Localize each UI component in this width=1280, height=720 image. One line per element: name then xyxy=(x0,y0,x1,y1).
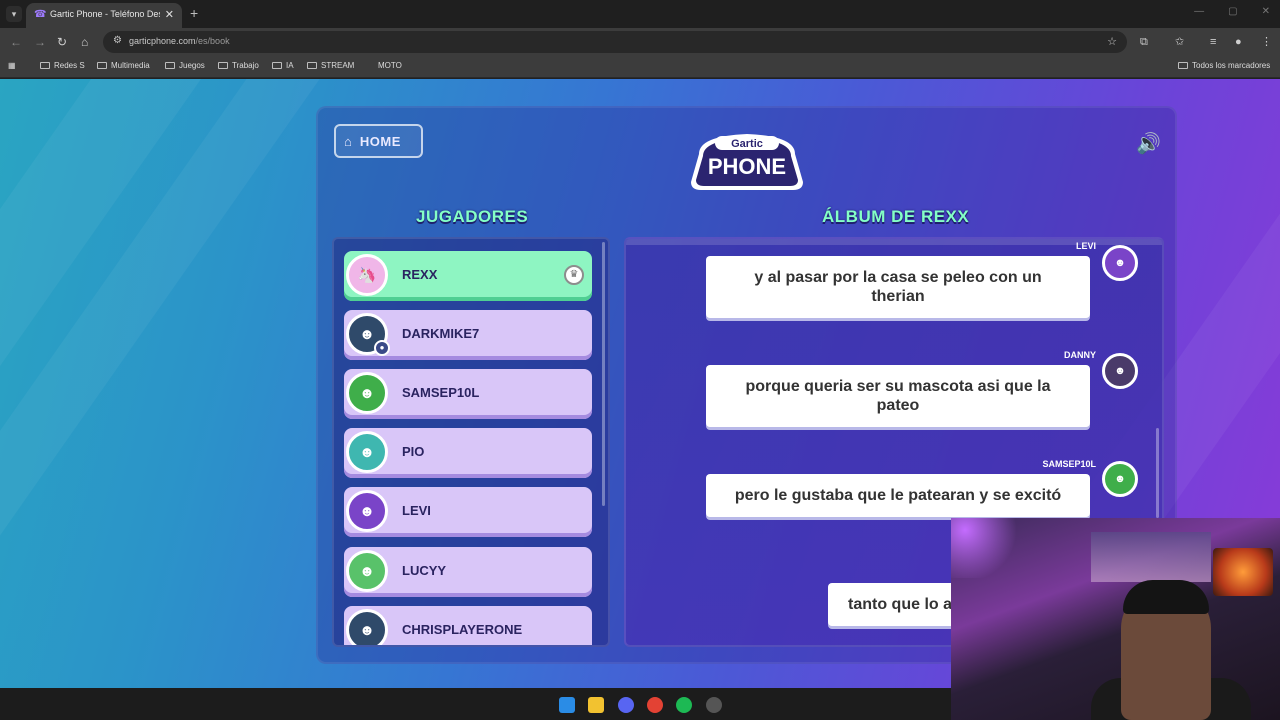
all-bookmarks[interactable]: Todos los marcadores xyxy=(1178,61,1270,70)
crown-icon: ♛ xyxy=(564,265,584,285)
new-tab-icon[interactable]: + xyxy=(190,6,198,20)
close-tab-icon[interactable]: ✕ xyxy=(165,8,174,21)
glasses-avatar: ☻ xyxy=(346,431,388,473)
entry-author: DANNY xyxy=(1063,350,1096,360)
home-icon: ⌂ xyxy=(344,133,352,149)
cam-light xyxy=(951,518,1021,578)
entry-author: SAMSEP10L xyxy=(1042,459,1096,469)
green-monster-avatar: ☻ xyxy=(1102,461,1138,497)
browser-toolbar: ← → ↻ ⌂ ⚙ garticphone.com/es/book ☆ ⧉ ✩ … xyxy=(0,28,1280,56)
start-icon[interactable] xyxy=(559,697,575,713)
cam-window xyxy=(1091,532,1211,582)
menu-icon[interactable]: ⋮ xyxy=(1261,35,1272,49)
windows-taskbar xyxy=(0,688,951,720)
player-item[interactable]: ☻ LUCYY xyxy=(344,547,592,597)
album-entry-text: y al pasar por la casa se peleo con un t… xyxy=(706,256,1090,318)
player-item[interactable]: ☻ PIO xyxy=(344,428,592,478)
purple-bird-avatar: ☻ xyxy=(346,490,388,532)
bookmark-trabajo[interactable]: Trabajo xyxy=(218,61,259,70)
logo-bottom-text: PHONE xyxy=(708,154,786,179)
unicorn-avatar: 🦄 xyxy=(346,254,388,296)
bookmark-ia[interactable]: IA xyxy=(272,61,294,70)
close-window-icon[interactable]: ✕ xyxy=(1262,6,1270,17)
apps-grid-icon[interactable]: ▦ xyxy=(8,61,16,70)
player-name: DARKMIKE7 xyxy=(402,326,480,341)
browser-tabbar: ▾ ☎ Gartic Phone - Teléfono Descon ✕ + —… xyxy=(0,0,1280,28)
album-title: ÁLBUM DE REXX xyxy=(822,207,970,226)
players-title: JUGADORES xyxy=(416,207,529,226)
bookmark-moto[interactable]: MOTO xyxy=(378,61,402,70)
extensions-icon[interactable]: ⧉ xyxy=(1140,35,1148,49)
window-controls: — ▢ ✕ xyxy=(1194,6,1270,17)
album-scrollbar[interactable] xyxy=(1156,428,1159,518)
player-item[interactable]: ☻ ● DARKMIKE7 xyxy=(344,310,592,360)
discord-icon[interactable] xyxy=(618,697,634,713)
browser-tab[interactable]: ☎ Gartic Phone - Teléfono Descon ✕ xyxy=(26,3,182,28)
bookmarks-icon[interactable]: ✩ xyxy=(1175,35,1184,49)
player-name: SAMSEP10L xyxy=(402,385,480,400)
file-explorer-icon[interactable] xyxy=(588,697,604,713)
album-entry-text: porque queria ser su mascota asi que la … xyxy=(706,365,1090,427)
player-name: REXX xyxy=(402,267,438,282)
reload-icon[interactable]: ↻ xyxy=(57,35,67,49)
player-name: PIO xyxy=(402,444,425,459)
user-icon: ● xyxy=(374,340,390,356)
purple-bird-avatar: ☻ xyxy=(1102,245,1138,281)
alien-avatar: ☻ xyxy=(346,550,388,592)
player-item[interactable]: ☻ CHRISPLAYERONE xyxy=(344,606,592,645)
entry-author: LEVI xyxy=(1075,241,1096,251)
profile-avatar[interactable]: ● xyxy=(1235,35,1242,49)
logo-top-text: Gartic xyxy=(731,138,763,150)
folder-icon xyxy=(165,62,175,69)
site-info-icon[interactable]: ⚙ xyxy=(113,35,122,46)
folder-icon xyxy=(97,62,107,69)
green-monster-avatar: ☻ xyxy=(346,372,388,414)
spotify-icon[interactable] xyxy=(676,697,692,713)
gartic-phone-logo: Gartic PHONE xyxy=(691,134,803,190)
folder-icon xyxy=(272,62,282,69)
player-item[interactable]: ☻ SAMSEP10L xyxy=(344,369,592,419)
cam-cap xyxy=(1123,580,1209,614)
player-item[interactable]: ☻ LEVI xyxy=(344,487,592,537)
player-item[interactable]: 🦄 REXX ♛ xyxy=(344,251,592,301)
minimize-icon[interactable]: — xyxy=(1194,6,1204,17)
album-entry-text: pero le gustaba que le patearan y se exc… xyxy=(706,474,1090,517)
player-name: LEVI xyxy=(402,503,431,518)
tab-search-icon[interactable]: ▾ xyxy=(6,6,22,22)
webcam-overlay xyxy=(951,518,1280,720)
folder-icon xyxy=(307,62,317,69)
bookmarks-bar: ▦ Redes S Multimedia Juegos Trabajo IA S… xyxy=(0,56,1280,78)
home-label: HOME xyxy=(359,133,401,149)
bookmark-star-icon[interactable]: ☆ xyxy=(1107,35,1117,48)
folder-icon xyxy=(40,62,50,69)
bookmark-redes[interactable]: Redes S xyxy=(40,61,85,70)
folder-icon xyxy=(1178,62,1188,69)
players-scrollbar[interactable] xyxy=(602,242,605,506)
gartic-favicon-icon: ☎ xyxy=(34,9,47,20)
media-icon[interactable]: ≡ xyxy=(1210,35,1216,49)
bookmark-juegos[interactable]: Juegos xyxy=(165,61,205,70)
bookmark-multimedia[interactable]: Multimedia xyxy=(97,61,150,70)
folder-icon xyxy=(218,62,228,69)
bookmark-stream[interactable]: STREAM xyxy=(307,61,354,70)
back-icon[interactable]: ← xyxy=(10,35,22,49)
chrome-icon[interactable] xyxy=(647,697,663,713)
maximize-icon[interactable]: ▢ xyxy=(1228,6,1237,17)
home-button[interactable]: ⌂ HOME xyxy=(334,124,423,158)
tab-title: Gartic Phone - Teléfono Descon xyxy=(50,9,160,19)
home-icon[interactable]: ⌂ xyxy=(81,35,88,49)
player-name: CHRISPLAYERONE xyxy=(402,622,523,637)
app-icon[interactable] xyxy=(706,697,722,713)
masked-avatar: ☻ xyxy=(346,609,388,645)
players-list[interactable]: 🦄 REXX ♛ ☻ ● DARKMIKE7 ☻ SAMSEP10L ☻ PIO… xyxy=(332,237,610,647)
cam-fireplace xyxy=(1213,548,1273,596)
forward-icon[interactable]: → xyxy=(34,35,46,49)
sound-icon[interactable]: 🔊 xyxy=(1136,131,1164,155)
url-text: garticphone.com/es/book xyxy=(129,36,230,46)
skull-avatar: ☻ xyxy=(1102,353,1138,389)
address-bar[interactable]: ⚙ garticphone.com/es/book ☆ xyxy=(103,31,1127,53)
player-name: LUCYY xyxy=(402,563,447,578)
